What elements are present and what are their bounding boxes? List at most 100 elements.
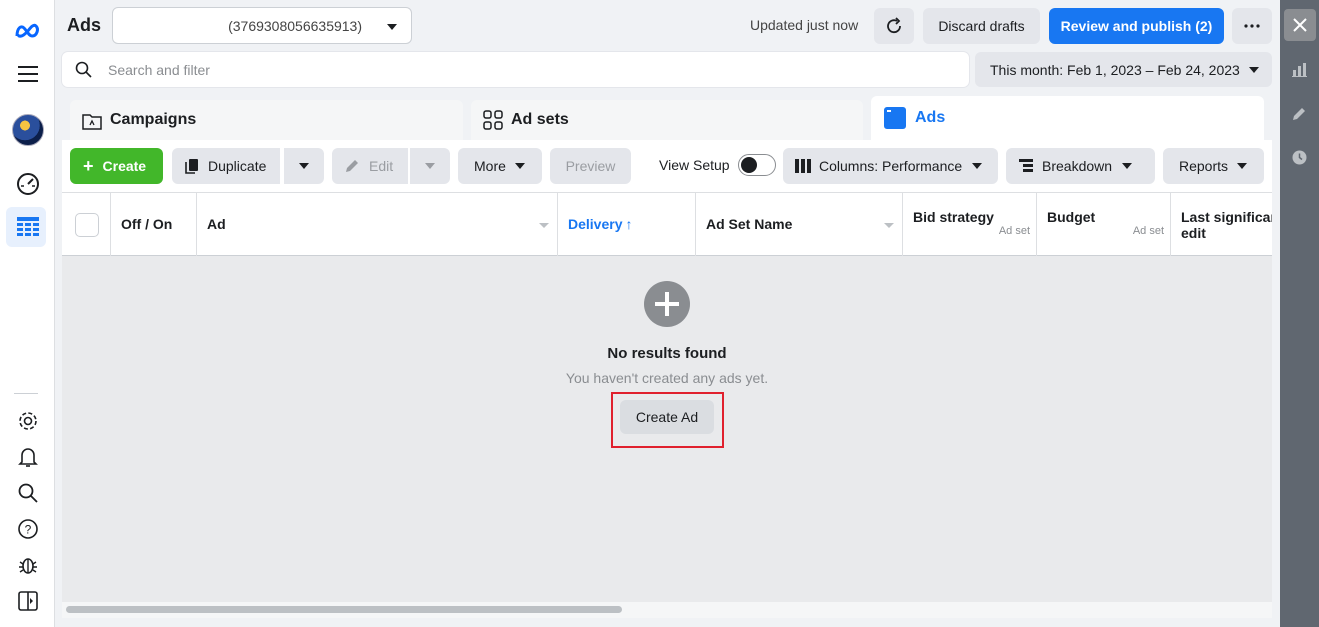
breakdown-icon xyxy=(1019,159,1033,172)
duplicate-icon xyxy=(185,159,198,174)
edit-dropdown[interactable] xyxy=(410,148,450,184)
meta-logo-icon[interactable] xyxy=(0,13,55,49)
review-publish-button[interactable]: Review and publish (2) xyxy=(1049,8,1224,44)
more-options-button[interactable] xyxy=(1232,8,1272,44)
grid-icon xyxy=(483,110,503,130)
plus-icon: + xyxy=(83,155,94,176)
tab-campaigns[interactable]: Campaigns xyxy=(70,100,463,140)
chevron-down-icon xyxy=(1237,163,1248,169)
side-panel-toggle-icon[interactable] xyxy=(0,583,55,619)
preview-button[interactable]: Preview xyxy=(550,148,631,184)
folder-icon xyxy=(82,114,102,130)
view-setup-toggle[interactable] xyxy=(738,154,776,176)
create-ad-button[interactable]: Create Ad xyxy=(620,400,714,434)
left-nav-rail: ? xyxy=(0,0,55,627)
ads-manager-table-icon[interactable] xyxy=(0,207,55,247)
help-icon[interactable]: ? xyxy=(0,511,55,547)
column-sublabel: Ad set xyxy=(998,225,1030,237)
chevron-down-icon xyxy=(1122,163,1133,169)
avatar[interactable] xyxy=(0,112,55,148)
add-circle-icon xyxy=(644,281,690,327)
select-all-checkbox[interactable] xyxy=(75,213,99,237)
empty-state: No results found You haven't created any… xyxy=(62,256,1272,618)
empty-title: No results found xyxy=(607,345,727,362)
sort-ascending-icon: ↑ xyxy=(625,216,633,232)
create-button[interactable]: + Create xyxy=(70,148,163,184)
page-title: Ads xyxy=(67,15,102,35)
settings-gear-icon[interactable] xyxy=(0,403,55,439)
pencil-icon[interactable] xyxy=(1292,106,1307,121)
column-off-on[interactable]: Off / On xyxy=(111,193,197,256)
tab-label: Ad sets xyxy=(511,111,569,128)
column-label: Off / On xyxy=(121,216,173,232)
close-button[interactable] xyxy=(1284,9,1316,41)
create-label: Create xyxy=(102,158,147,174)
history-clock-icon[interactable] xyxy=(1292,150,1307,165)
tab-ad-sets[interactable]: Ad sets xyxy=(471,100,863,140)
edit-button[interactable]: Edit xyxy=(332,148,408,184)
column-delivery[interactable]: Delivery ↑ xyxy=(558,193,696,256)
svg-text:?: ? xyxy=(24,523,31,537)
right-side-bar xyxy=(1280,0,1319,627)
tab-label: Ads xyxy=(915,109,946,126)
close-icon xyxy=(1293,18,1307,32)
search-icon[interactable] xyxy=(0,475,55,511)
view-setup-label: View Setup xyxy=(659,157,730,173)
more-button[interactable]: More xyxy=(458,148,542,184)
column-label-text: Delivery xyxy=(568,216,623,232)
horizontal-scrollbar[interactable] xyxy=(66,606,622,613)
empty-subtitle: You haven't created any ads yet. xyxy=(565,370,769,386)
column-label: Ad xyxy=(207,216,226,232)
chevron-down-icon xyxy=(514,163,525,169)
rail-divider xyxy=(14,393,38,394)
pencil-icon xyxy=(346,160,358,172)
chevron-down-icon xyxy=(972,163,983,169)
column-last-significant-edit[interactable]: Last significan edit xyxy=(1171,193,1272,256)
ellipsis-icon xyxy=(1244,24,1260,28)
column-label: Budget xyxy=(1047,209,1096,225)
menu-icon[interactable] xyxy=(0,56,55,92)
reports-button[interactable]: Reports xyxy=(1163,148,1264,184)
columns-icon xyxy=(795,159,811,173)
column-label: Delivery ↑ xyxy=(568,216,632,232)
column-bid-strategy[interactable]: Bid strategy Ad set xyxy=(903,193,1037,256)
update-status: Updated just now xyxy=(750,17,859,33)
account-selector[interactable]: (3769308056635913) xyxy=(112,7,412,44)
notifications-bell-icon[interactable] xyxy=(0,439,55,475)
date-range-label: This month: Feb 1, 2023 – Feb 24, 2023 xyxy=(990,62,1240,78)
table-header: Off / On Ad Delivery ↑ Ad Set Name Bid st… xyxy=(62,192,1272,256)
top-bar: Ads (3769308056635913) Updated just now … xyxy=(55,0,1280,52)
columns-button[interactable]: Columns: Performance xyxy=(783,148,998,184)
ads-icon xyxy=(884,107,906,129)
column-sublabel: Ad set xyxy=(1132,225,1164,237)
tab-label: Campaigns xyxy=(110,111,197,128)
breakdown-label: Breakdown xyxy=(1042,158,1113,174)
search-icon xyxy=(75,61,92,78)
columns-label: Columns: Performance xyxy=(819,158,963,174)
refresh-button[interactable] xyxy=(874,8,914,44)
duplicate-label: Duplicate xyxy=(208,158,267,174)
chevron-down-icon xyxy=(425,163,435,169)
bar-chart-icon[interactable] xyxy=(1292,63,1307,77)
column-ad-set-name[interactable]: Ad Set Name xyxy=(696,193,903,256)
tab-ads[interactable]: Ads xyxy=(871,96,1264,142)
date-range-picker[interactable]: This month: Feb 1, 2023 – Feb 24, 2023 xyxy=(975,52,1272,87)
table-toolbar: + Create Duplicate Edit More Preview Vie… xyxy=(62,140,1272,192)
duplicate-button[interactable]: Duplicate xyxy=(172,148,280,184)
column-ad[interactable]: Ad xyxy=(197,193,558,256)
edit-label: Edit xyxy=(369,158,394,174)
chevron-down-icon xyxy=(299,163,309,169)
search-filter-bar[interactable]: Search and filter xyxy=(62,52,969,87)
sort-caret-icon xyxy=(884,223,894,228)
select-all-cell xyxy=(62,193,111,256)
discard-drafts-button[interactable]: Discard drafts xyxy=(923,8,1040,44)
chevron-down-icon xyxy=(387,24,397,30)
dashboard-gauge-icon[interactable] xyxy=(0,166,55,202)
bug-report-icon[interactable] xyxy=(0,547,55,583)
refresh-icon xyxy=(887,17,901,34)
sort-caret-icon xyxy=(539,223,549,228)
column-budget[interactable]: Budget Ad set xyxy=(1037,193,1171,256)
breakdown-button[interactable]: Breakdown xyxy=(1006,148,1155,184)
duplicate-dropdown[interactable] xyxy=(284,148,324,184)
column-label: Bid strategy xyxy=(913,209,994,225)
